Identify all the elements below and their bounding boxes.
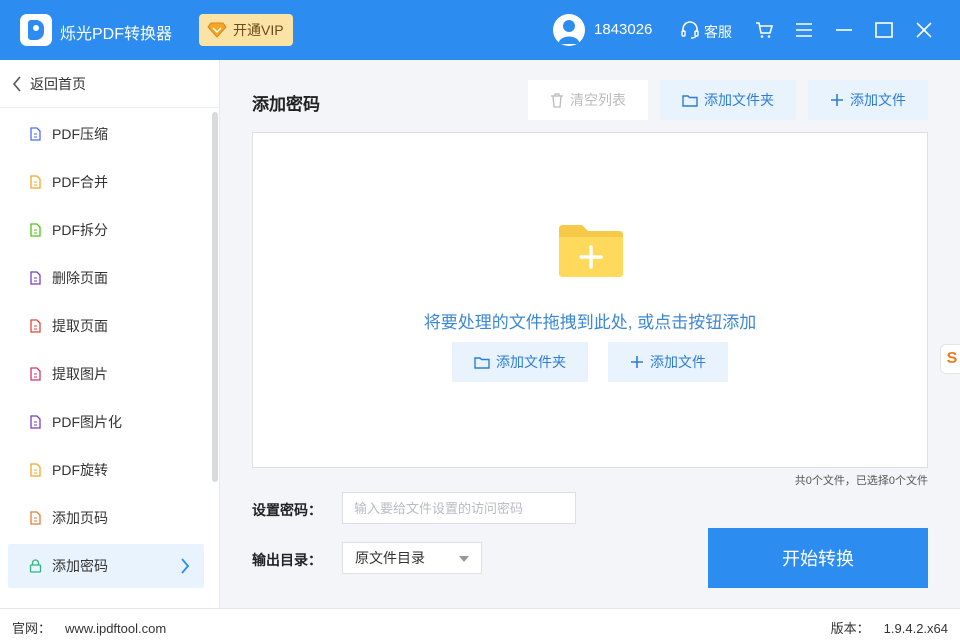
sidebar-item-label: PDF图片化	[52, 414, 122, 430]
sidebar-item[interactable]: PDF拆分	[8, 208, 204, 252]
sidebar-scrollbar[interactable]	[212, 112, 218, 482]
sidebar-item[interactable]: 添加密码	[8, 544, 204, 588]
add-folder-button[interactable]: 添加文件夹	[660, 80, 796, 120]
password-label: 设置密码：	[252, 502, 322, 518]
sidebar-item-label: PDF压缩	[52, 126, 108, 142]
maximize-icon[interactable]	[872, 18, 896, 42]
folder-icon	[474, 356, 490, 369]
add-folder-label: 添加文件夹	[704, 92, 774, 108]
avatar[interactable]	[553, 14, 585, 46]
version-label: 版本：	[830, 621, 870, 636]
sidebar-item-label: PDF旋转	[52, 462, 108, 478]
s-logo-icon: S	[946, 350, 958, 367]
merge-icon	[28, 175, 42, 189]
version-value: 1.9.4.2.x64	[883, 621, 948, 636]
side-float-tab[interactable]: S	[940, 344, 960, 374]
title-bar: 烁光PDF转换器 开通VIP 1843026 客服	[0, 0, 960, 60]
sidebar-item-label: PDF拆分	[52, 222, 108, 238]
headset-icon[interactable]	[678, 18, 702, 42]
plus-icon	[631, 356, 643, 368]
chevron-right-icon	[180, 558, 190, 579]
compress-icon	[28, 127, 42, 141]
user-icon	[558, 20, 580, 44]
output-dir-select[interactable]: 原文件目录	[342, 542, 482, 574]
drop-hint: 将要处理的文件拖拽到此处, 或点击按钮添加	[423, 313, 757, 332]
diamond-icon	[207, 22, 227, 38]
delete-page-icon	[28, 271, 42, 285]
sidebar-item-label: PDF合并	[52, 174, 108, 190]
add-file-label: 添加文件	[850, 92, 906, 108]
extract-page-icon	[28, 319, 42, 333]
vip-button[interactable]: 开通VIP	[199, 14, 293, 46]
back-home-link[interactable]: 返回首页	[0, 60, 219, 108]
output-dir-value: 原文件目录	[355, 550, 425, 566]
clear-list-button[interactable]: 清空列表	[528, 80, 648, 120]
minimize-icon[interactable]	[832, 18, 856, 42]
sidebar-item[interactable]: 添加页码	[8, 496, 204, 540]
trash-icon	[551, 92, 563, 108]
sidebar-item-label: 删除页面	[52, 270, 108, 286]
version-info: 版本： 1.9.4.2.x64	[831, 618, 948, 637]
start-convert-button[interactable]: 开始转换	[708, 528, 928, 588]
site-label: 官网：	[12, 621, 52, 636]
site-url[interactable]: www.ipdftool.com	[65, 621, 166, 636]
folder-add-icon	[559, 225, 623, 277]
password-input[interactable]	[342, 492, 576, 524]
sidebar-item[interactable]: 删除页面	[8, 256, 204, 300]
back-home-label: 返回首页	[30, 75, 86, 92]
sidebar-item-label: 提取图片	[52, 366, 108, 382]
app-logo	[20, 14, 52, 46]
page-number-icon	[28, 511, 42, 525]
sidebar: 返回首页 PDF压缩 PDF合并 PDF拆分删除页面提取页面提取图片 PDF图片化 PD…	[0, 60, 220, 608]
extract-image-icon	[28, 367, 42, 381]
lock-icon	[28, 559, 42, 573]
chevron-left-icon	[12, 75, 21, 92]
dropzone-add-folder-label: 添加文件夹	[496, 354, 566, 370]
dropzone-add-file-button[interactable]: 添加文件	[608, 342, 728, 382]
sidebar-item-label: 提取页面	[52, 318, 108, 334]
file-count: 共0个文件，已选择0个文件	[794, 475, 928, 487]
menu-icon[interactable]	[792, 18, 816, 42]
sidebar-item[interactable]: PDF旋转	[8, 448, 204, 492]
sidebar-item[interactable]: PDF图片化	[8, 400, 204, 444]
dropzone-add-folder-button[interactable]: 添加文件夹	[452, 342, 588, 382]
plus-icon	[831, 94, 843, 106]
folder-icon	[682, 94, 698, 107]
vip-label: 开通VIP	[233, 22, 284, 38]
user-id: 1843026	[594, 21, 653, 38]
cart-icon[interactable]	[752, 18, 776, 42]
app-title: 烁光PDF转换器	[60, 26, 173, 43]
pdf-to-image-icon	[28, 415, 42, 429]
sidebar-item[interactable]: PDF合并	[8, 160, 204, 204]
dropzone-add-file-label: 添加文件	[650, 354, 706, 370]
sidebar-item[interactable]: 提取图片	[8, 352, 204, 396]
close-icon[interactable]	[912, 18, 936, 42]
sidebar-item[interactable]: 提取页面	[8, 304, 204, 348]
split-icon	[28, 223, 42, 237]
footer: 官网： www.ipdftool.com 版本： 1.9.4.2.x64	[0, 608, 960, 640]
output-dir-label: 输出目录：	[252, 552, 322, 568]
page-title: 添加密码	[252, 95, 320, 114]
sidebar-item-label: 添加密码	[52, 558, 108, 574]
rotate-icon	[28, 463, 42, 477]
site-info: 官网： www.ipdftool.com	[12, 618, 166, 637]
caret-down-icon	[459, 556, 469, 562]
add-file-button[interactable]: 添加文件	[808, 80, 928, 120]
file-dropzone[interactable]: 将要处理的文件拖拽到此处, 或点击按钮添加 添加文件夹 添加文件	[252, 132, 928, 468]
service-label[interactable]: 客服	[704, 22, 732, 42]
sidebar-item[interactable]: PDF压缩	[8, 112, 204, 156]
sidebar-item-label: 添加页码	[52, 510, 108, 526]
clear-list-label: 清空列表	[570, 92, 626, 108]
